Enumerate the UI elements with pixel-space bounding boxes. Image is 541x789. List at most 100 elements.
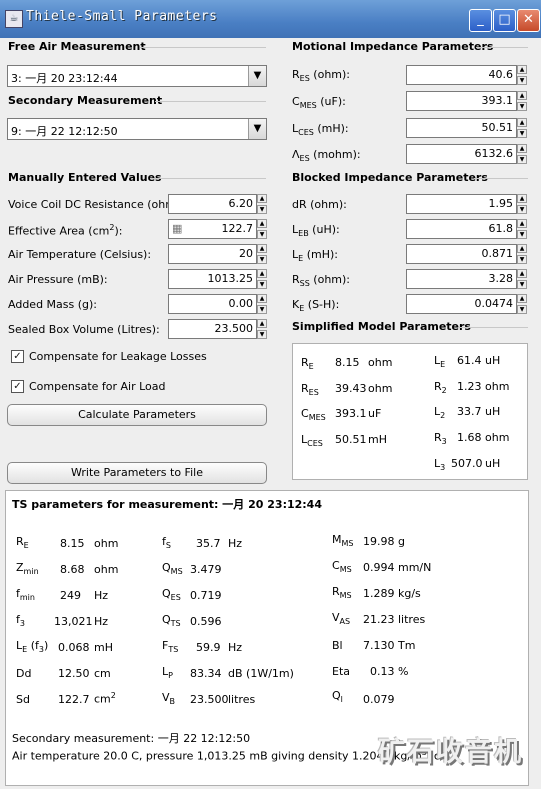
simple-l3-unit: uH [485,457,501,470]
air-pressure-input[interactable]: 1013.25 [168,269,257,289]
simple-l2: L2 [434,405,446,421]
motional-header: Motional Impedance Parameters [292,40,494,53]
le-stepper[interactable]: ▲ ▼ [517,244,527,264]
le-label: LE (mH): [292,248,338,264]
ke-stepper[interactable]: ▲ ▼ [517,294,527,314]
res-col3-sym: Bl [332,639,343,652]
minimize-button[interactable]: _ [469,9,492,32]
voice-coil-label: Voice Coil DC Resistance (ohm): [8,198,184,211]
res-col1-unit: cm [94,667,111,680]
calculator-icon[interactable]: ▦ [172,220,182,238]
res-col3-value: 0.079 [363,693,395,706]
lces-label: LCES (mH): [292,122,349,138]
leb-value: 61.8 [406,219,517,239]
res-col2-sym: VB [162,691,176,707]
aes-value: 6132.6 [406,144,517,164]
res-value: 40.6 [406,65,517,85]
added-mass-stepper[interactable]: ▲ ▼ [257,294,267,314]
res-col1-unit: mH [94,641,113,654]
cmes-label: CMES (uF): [292,95,346,111]
java-app-icon: ☕ [5,10,23,28]
res-col3-sym: MMS [332,533,354,549]
res-col3-value: 19.98 [363,535,395,548]
simple-r2-unit: ohm [485,380,510,393]
simplified-model-panel: RE 8.15 ohm RES 39.43 ohm CMES 393.1 uF … [292,343,528,480]
secondary-select[interactable]: 9: 一月 22 12:12:50 ▼ [7,118,267,140]
res-col2-sym: QMS [162,561,183,577]
air-temperature-label: Air Temperature (Celsius): [8,248,152,261]
simple-le-value: 61.4 [457,354,482,367]
effective-area-input[interactable]: ▦ 122.7 [168,219,257,239]
dr-stepper[interactable]: ▲ ▼ [517,194,527,214]
simple-re-unit: ohm [368,356,393,369]
box-volume-input[interactable]: 23.500 [168,319,257,339]
leakage-label: Compensate for Leakage Losses [29,350,207,363]
aes-stepper[interactable]: ▲ ▼ [517,144,527,164]
ke-label: KE (S-H): [292,298,340,314]
leakage-checkbox[interactable]: ✓ [11,350,24,363]
res-col3-value: 0.13 [370,665,395,678]
effective-area-stepper[interactable]: ▲ ▼ [257,219,267,239]
added-mass-input[interactable]: 0.00 [168,294,257,314]
res-col1-value: 8.15 [60,537,85,550]
res-col3-unit: kg/s [398,587,421,600]
box-volume-stepper[interactable]: ▲ ▼ [257,319,267,339]
write-file-button[interactable]: Write Parameters to File [7,462,267,484]
res-stepper[interactable]: ▲ ▼ [517,65,527,85]
cmes-stepper[interactable]: ▲ ▼ [517,91,527,111]
divider [150,178,266,179]
rss-value: 3.28 [406,269,517,289]
res-col2-unit: dB (1W/1m) [228,667,294,680]
simple-l3-value: 507.0 [451,457,483,470]
res-col2-value: 83.34 [190,667,222,680]
res-col3-unit: litres [398,613,426,626]
content-area: Free Air Measurement 3: 一月 20 23:12:44 ▼… [0,38,541,789]
voice-coil-stepper[interactable]: ▲ ▼ [257,194,267,214]
simple-re-value: 8.15 [335,356,360,369]
res-col3-unit: % [398,665,409,678]
voice-coil-input[interactable]: 6.20 [168,194,257,214]
res-col1-sym: fmin [16,587,35,603]
res-col1-value: 0.068 [58,641,90,654]
close-button[interactable]: ✕ [517,9,540,32]
rss-stepper[interactable]: ▲ ▼ [517,269,527,289]
divider [458,327,528,328]
res-col2-value: 0.596 [190,615,222,628]
air-temperature-stepper[interactable]: ▲ ▼ [257,244,267,264]
simple-res: RES [301,382,319,398]
res-col2-value: 23.500 [190,693,229,706]
res-col1-unit: Hz [94,615,109,628]
free-air-select[interactable]: 3: 一月 20 23:12:44 ▼ [7,65,267,87]
lces-stepper[interactable]: ▲ ▼ [517,118,527,138]
air-temperature-input[interactable]: 20 [168,244,257,264]
chevron-down-icon[interactable]: ▼ [248,119,266,139]
simple-r3-value: 1.68 [457,431,482,444]
simple-r3: R3 [434,431,447,447]
le-value: 0.871 [406,244,517,264]
res-col2-unit: Hz [228,537,243,550]
calculate-button[interactable]: Calculate Parameters [7,404,267,426]
res-col2-value: 35.7 [196,537,221,550]
aes-label: ΛES (mohm): [292,148,361,164]
divider [476,47,528,48]
cmes-value: 393.1 [406,91,517,111]
res-col2-sym: QTS [162,613,181,629]
res-col3-sym: CMS [332,559,352,575]
maximize-button[interactable]: □ [493,9,516,32]
res-col2-sym: LP [162,665,173,681]
res-col1-value: 8.68 [60,563,85,576]
res-col2-value: 59.9 [196,641,221,654]
res-col3-sym: Eta [332,665,351,678]
free-air-header: Free Air Measurement [8,40,146,53]
air-pressure-stepper[interactable]: ▲ ▼ [257,269,267,289]
chevron-down-icon[interactable]: ▼ [248,66,266,86]
simple-l2-value: 33.7 [457,405,482,418]
secondary-measurement-line: Secondary measurement: 一月 22 12:12:50 [12,732,251,745]
leb-stepper[interactable]: ▲ ▼ [517,219,527,239]
title-bar[interactable]: ☕ Thiele-Small Parameters _ □ ✕ [0,0,541,38]
res-col2-sym: FTS [162,639,179,655]
res-col3-sym: Ql [332,689,343,705]
res-col1-sym: Dd [16,667,32,680]
res-col1-unit: ohm [94,563,119,576]
airload-checkbox[interactable]: ✓ [11,380,24,393]
